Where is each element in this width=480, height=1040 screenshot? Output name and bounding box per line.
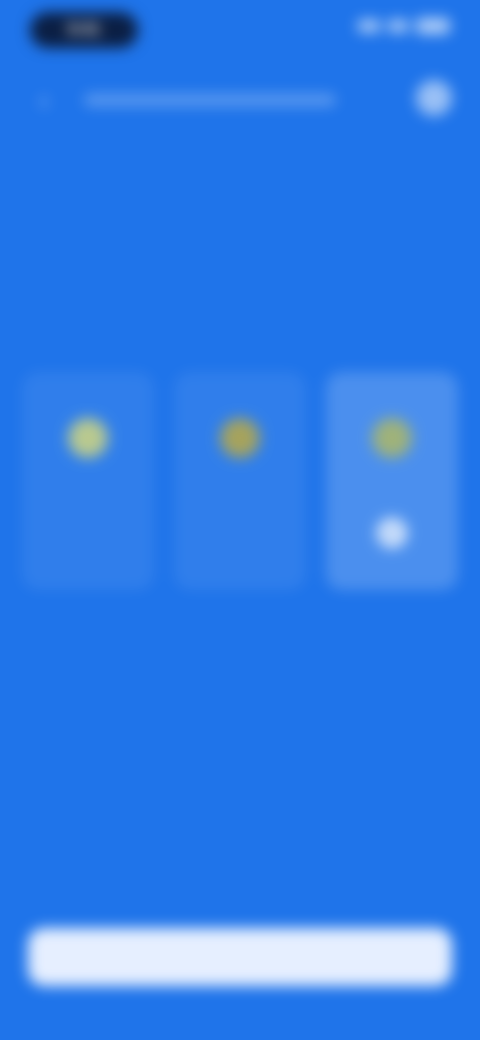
status-icons (358, 18, 450, 34)
option-card-3[interactable]: ✓ (326, 372, 458, 590)
sun-icon (68, 418, 108, 458)
option-card-1[interactable] (22, 372, 154, 590)
battery-icon (416, 18, 450, 34)
option-card-2[interactable] (174, 372, 306, 590)
signal-icon (358, 20, 380, 32)
top-bar: ‹ (0, 72, 480, 124)
status-time: 9:41 (30, 12, 138, 48)
option-cards: ✓ (22, 372, 458, 590)
leaf-icon (372, 418, 412, 458)
chevron-left-icon: ‹ (39, 85, 49, 115)
blurred-screen: 9:41 ‹ ✓ (0, 0, 480, 1040)
top-bar-title (84, 86, 344, 112)
wifi-icon (388, 20, 408, 32)
back-button[interactable]: ‹ (26, 82, 62, 118)
sun-icon (220, 418, 260, 458)
check-icon: ✓ (377, 518, 407, 548)
settings-button[interactable] (416, 80, 452, 116)
primary-cta-button[interactable] (28, 928, 452, 986)
